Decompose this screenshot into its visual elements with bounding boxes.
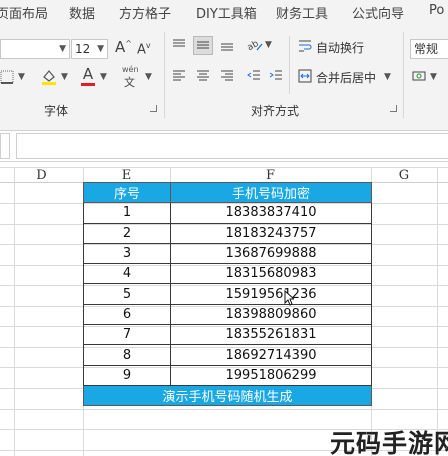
tab-page-layout[interactable]: 页面布局 [0, 3, 48, 22]
grid-line [0, 167, 448, 168]
group-divider [403, 32, 404, 118]
group-align-label: 对齐方式 [251, 104, 300, 118]
align-bottom-icon[interactable] [220, 38, 234, 55]
number-format-combo[interactable]: 常规 [410, 39, 448, 59]
tab-power[interactable]: Po [429, 3, 444, 18]
cell-index[interactable]: 6 [83, 303, 171, 326]
shrink-font-icon[interactable]: Av [137, 42, 151, 57]
grid-line [14, 167, 15, 456]
footer-merged-cell[interactable]: 演示手机号码随机生成 [83, 384, 372, 407]
tab-data[interactable]: 数据 [69, 3, 95, 22]
chevron-down-icon[interactable]: ▼ [61, 73, 68, 82]
header-cell-index[interactable]: 序号 [83, 181, 171, 204]
cell-index[interactable]: 4 [83, 263, 171, 285]
table-row: 5 15919561236 [83, 283, 372, 305]
cell-index[interactable]: 9 [83, 364, 171, 386]
formula-bar [0, 130, 448, 162]
table-row: 7 18355261831 [83, 324, 372, 346]
cell-index[interactable]: 8 [83, 344, 171, 366]
chevron-down-icon[interactable]: ▼ [100, 73, 107, 82]
chevron-down-icon[interactable]: ▼ [384, 73, 391, 82]
chevron-down-icon[interactable]: ▼ [265, 41, 272, 50]
phone-table: 序号 手机号码加密 1 18383837410 2 18183243757 3 … [83, 181, 372, 407]
cell-phone[interactable]: 13687699888 [170, 242, 372, 265]
grid-line [0, 409, 448, 410]
header-cell-phone[interactable]: 手机号码加密 [170, 181, 372, 204]
align-left-icon[interactable] [172, 69, 186, 86]
group-divider [289, 36, 290, 94]
cell-phone[interactable]: 18692714390 [170, 344, 372, 366]
cell-index[interactable]: 2 [83, 222, 171, 244]
pinyin-guide-icon[interactable]: wén [122, 66, 139, 74]
wrap-text-label[interactable]: 自动换行 [316, 39, 364, 56]
cell-phone[interactable]: 15919561236 [170, 283, 372, 305]
cell-phone[interactable]: 18398809860 [170, 303, 372, 326]
currency-format-icon[interactable] [412, 69, 426, 86]
table-row: 8 18692714390 [83, 344, 372, 366]
decrease-indent-icon[interactable] [247, 69, 261, 86]
grid-line [170, 167, 171, 183]
table-row: 2 18183243757 [83, 222, 372, 244]
cell-index[interactable]: 5 [83, 283, 171, 305]
align-top-icon[interactable] [172, 38, 186, 55]
cell-phone[interactable]: 18315680983 [170, 263, 372, 285]
chevron-down-icon[interactable]: ▼ [18, 73, 25, 82]
name-box[interactable] [0, 133, 10, 159]
merge-center-label[interactable]: 合并后居中 [316, 69, 376, 86]
watermark: 元码手游网 [330, 429, 448, 456]
ribbon: ▼ 12 ▼ A^ Av ▼ ▼ A ▼ wén 文 ▼ 字体 ab ▼ 自动换… [0, 26, 448, 130]
font-dialog-launcher-icon[interactable] [150, 105, 157, 112]
wrap-text-icon[interactable] [298, 39, 312, 56]
cell-phone[interactable]: 18183243757 [170, 222, 372, 244]
grow-font-icon[interactable]: A^ [115, 40, 132, 55]
font-size-combo[interactable]: 12 ▼ [71, 39, 108, 59]
cell-phone[interactable]: 19951806299 [170, 364, 372, 386]
align-dialog-launcher-icon[interactable] [390, 105, 397, 112]
borders-icon[interactable] [0, 70, 14, 87]
tab-finance-tools[interactable]: 财务工具 [276, 3, 328, 22]
align-right-icon[interactable] [220, 69, 234, 86]
tab-diy-toolbox[interactable]: DIY工具箱 [196, 3, 257, 22]
font-size-value: 12 [75, 42, 91, 56]
table-row: 6 18398809860 [83, 303, 372, 326]
increase-indent-icon[interactable] [269, 69, 283, 86]
chevron-down-icon: ▼ [97, 44, 104, 54]
table-row: 1 18383837410 [83, 202, 372, 224]
chevron-down-icon[interactable]: ▼ [145, 73, 152, 82]
cell-phone[interactable]: 18355261831 [170, 324, 372, 346]
chevron-down-icon: ▼ [59, 44, 66, 54]
orientation-icon[interactable]: ab [246, 38, 263, 55]
mouse-pointer-icon [284, 290, 294, 306]
grid-line [437, 167, 438, 456]
chevron-down-icon[interactable]: ▼ [430, 73, 437, 82]
tab-formula-wizard[interactable]: 公式向导 [352, 3, 404, 22]
tab-fangfang-gezi[interactable]: 方方格子 [119, 3, 171, 22]
group-divider [164, 32, 165, 118]
font-color-icon[interactable]: A [81, 67, 95, 86]
cell-index[interactable]: 1 [83, 202, 171, 224]
number-format-value: 常规 [414, 42, 439, 56]
group-font-label: 字体 [44, 104, 69, 118]
align-middle-icon [196, 38, 210, 55]
ribbon-tab-bar: 页面布局 数据 方方格子 DIY工具箱 财务工具 公式向导 Po [0, 0, 448, 26]
fill-color-icon[interactable] [41, 68, 57, 89]
table-header-row: 序号 手机号码加密 [83, 181, 372, 204]
table-row: 3 13687699888 [83, 242, 372, 265]
align-center-icon[interactable] [196, 69, 210, 86]
cell-index[interactable]: 3 [83, 242, 171, 265]
svg-text:ab: ab [247, 39, 261, 52]
table-row: 4 18315680983 [83, 263, 372, 285]
font-name-combo[interactable]: ▼ [0, 39, 70, 59]
pinyin-char-icon: 文 [124, 76, 135, 89]
cell-phone[interactable]: 18383837410 [170, 202, 372, 224]
merge-center-icon[interactable] [298, 69, 312, 86]
formula-input[interactable] [16, 133, 448, 159]
table-footer-row: 演示手机号码随机生成 [83, 384, 372, 407]
cell-index[interactable]: 7 [83, 324, 171, 346]
table-row: 9 19951806299 [83, 364, 372, 386]
